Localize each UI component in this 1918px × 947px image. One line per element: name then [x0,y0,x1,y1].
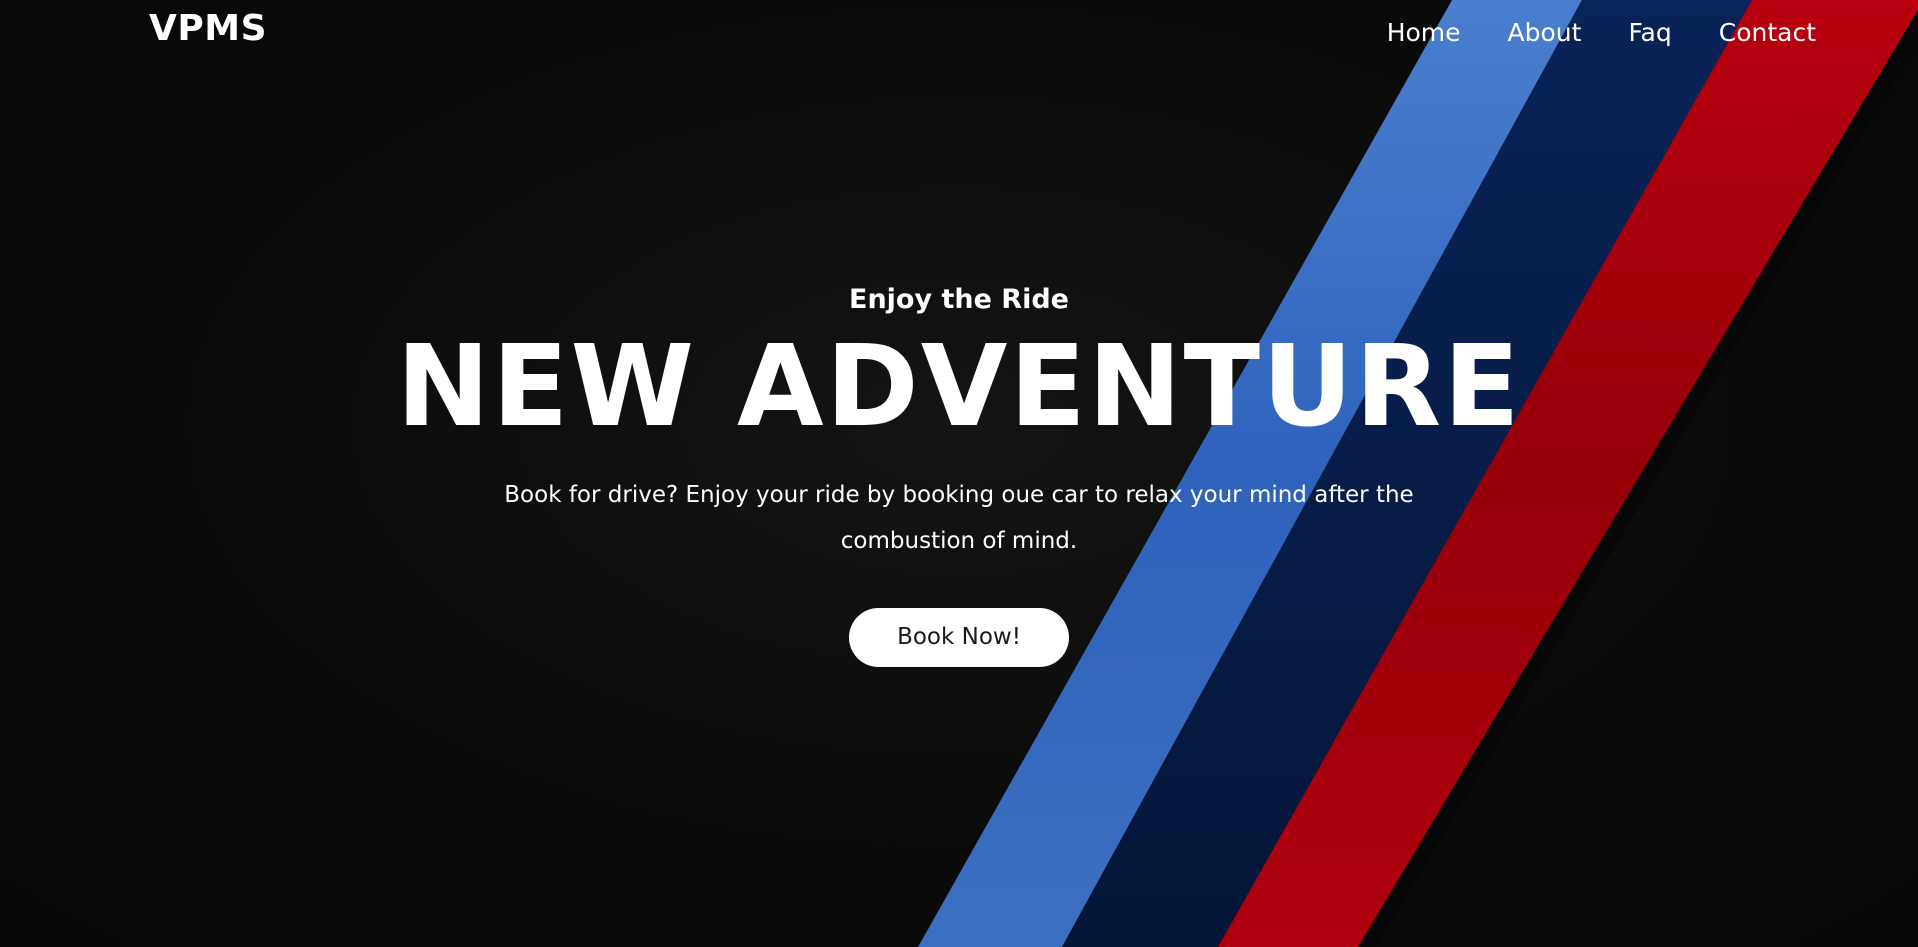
hero-tagline: Enjoy the Ride [849,284,1069,315]
hero-section: Enjoy the Ride NEW ADVENTURE Book for dr… [0,280,1918,667]
hero-headline: NEW ADVENTURE [396,322,1522,452]
nav-contact-link[interactable]: Contact [1719,18,1816,47]
site-logo[interactable]: VPMS [149,8,267,49]
nav-menu: Home About Faq Contact [1387,18,1816,47]
nav-home-link[interactable]: Home [1387,18,1461,47]
navbar: VPMS Home About Faq Contact [0,0,1918,70]
hero-page: VPMS Home About Faq Contact Enjoy the Ri… [0,0,1918,947]
book-now-button[interactable]: Book Now! [849,608,1069,667]
hero-description: Book for drive? Enjoy your ride by booki… [504,482,1414,554]
nav-faq-link[interactable]: Faq [1628,18,1671,47]
nav-about-link[interactable]: About [1508,18,1582,47]
